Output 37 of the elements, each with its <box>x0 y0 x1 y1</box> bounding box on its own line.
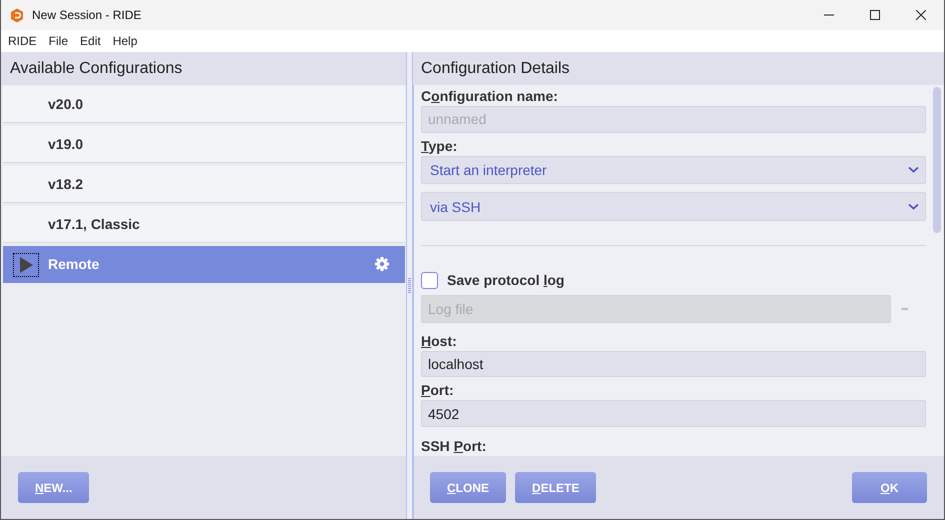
menu-item[interactable]: Edit <box>74 34 107 48</box>
menu-item[interactable]: File <box>42 34 74 48</box>
play-button[interactable] <box>13 253 39 277</box>
splitter-handle[interactable] <box>408 278 411 294</box>
field-label: SSH Port: <box>421 437 488 456</box>
input-field[interactable]: 4502 <box>421 400 926 427</box>
window-title: New Session - RIDE <box>32 8 142 22</box>
app-logo <box>10 8 24 22</box>
maximize-icon <box>870 10 880 20</box>
menu-item[interactable]: RIDE <box>2 34 43 48</box>
configuration-name: v19.0 <box>48 136 84 152</box>
configuration-name: Remote <box>48 256 100 272</box>
dropdown[interactable]: via SSH <box>421 192 926 221</box>
scrollbar-thumb[interactable] <box>933 87 941 233</box>
configuration-name: v17.1, Classic <box>48 216 140 232</box>
chevron-icon <box>908 166 919 174</box>
field-label: Type: <box>421 136 458 156</box>
input-field[interactable]: localhost <box>421 350 926 378</box>
menu-item[interactable]: Help <box>106 34 144 48</box>
checkbox-label: Save protocol log <box>447 271 564 290</box>
settings-icon[interactable] <box>374 256 390 272</box>
checkbox[interactable] <box>421 272 438 289</box>
close-icon <box>916 10 926 20</box>
configuration-item[interactable]: v18.2 <box>3 166 405 203</box>
configuration-item[interactable]: v17.1, Classic <box>3 206 405 243</box>
field-label: Host: <box>421 332 458 351</box>
configuration-name: v18.2 <box>48 176 84 192</box>
configuration-item[interactable]: v19.0 <box>3 126 405 163</box>
panel-title: Available Configurations <box>1 52 406 85</box>
play-icon <box>18 256 34 274</box>
dropdown[interactable]: Start an interpreter <box>421 156 926 184</box>
configuration-item[interactable]: v20.0 <box>3 86 405 123</box>
panel-title: Configuration Details <box>413 52 944 85</box>
field-label: Configuration name: <box>421 87 559 106</box>
field-label: Port: <box>421 381 455 400</box>
chevron-icon <box>908 202 919 211</box>
configuration-name: v20.0 <box>48 96 84 112</box>
